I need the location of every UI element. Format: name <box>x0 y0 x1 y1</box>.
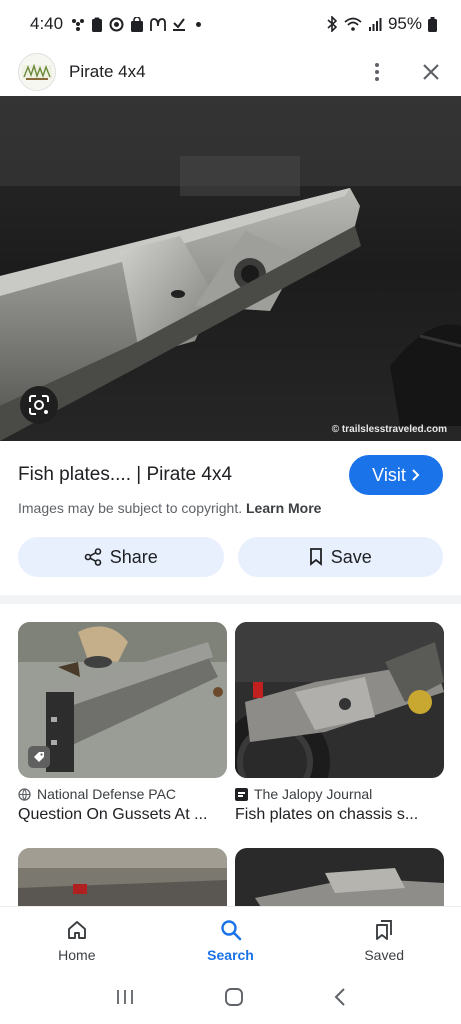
home-system-button[interactable] <box>224 987 244 1012</box>
section-divider <box>0 595 461 604</box>
bag-notification-icon <box>131 16 144 32</box>
notification-icons <box>71 16 202 32</box>
wifi-icon <box>344 17 362 31</box>
status-bar: 4:40 95% <box>0 0 461 48</box>
home-icon <box>67 921 86 939</box>
tag-icon <box>34 752 44 762</box>
related-title[interactable]: Fish plates on chassis s... <box>235 806 444 824</box>
related-source: National Defense PAC <box>18 786 227 802</box>
more-options-button[interactable] <box>365 60 389 84</box>
target-notification-icon <box>109 17 124 31</box>
action-row: Share Save <box>18 537 443 577</box>
visit-label: Visit <box>372 464 406 485</box>
chassis-photo <box>235 622 444 778</box>
copyright-notice: Images may be subject to copyright. Lear… <box>18 500 321 516</box>
more-vert-icon <box>375 63 379 67</box>
clipboard-notification-icon <box>92 17 103 32</box>
related-thumbnail[interactable] <box>235 622 444 778</box>
related-source-name: National Defense PAC <box>37 786 177 802</box>
related-thumbnail[interactable] <box>18 622 227 778</box>
bookmark-icon <box>309 548 322 566</box>
share-label: Share <box>109 546 158 567</box>
recent-apps-button[interactable] <box>115 988 135 1011</box>
nav-saved[interactable]: Saved <box>307 907 461 974</box>
bottom-navigation: Home Search Saved <box>0 906 461 974</box>
bluetooth-icon <box>327 16 338 32</box>
nav-saved-label: Saved <box>364 947 405 963</box>
share-button[interactable]: Share <box>18 537 224 577</box>
signal-icon <box>368 18 382 31</box>
site-logo[interactable] <box>18 53 56 91</box>
visit-button[interactable]: Visit <box>349 455 443 495</box>
pirate4x4-logo-icon <box>22 63 52 80</box>
nav-search[interactable]: Search <box>154 907 308 974</box>
recent-apps-icon <box>116 989 133 1004</box>
site-favicon-icon <box>235 787 248 801</box>
close-icon <box>423 64 439 80</box>
system-status-icons: 95% <box>326 14 437 34</box>
related-source: The Jalopy Journal <box>235 786 444 802</box>
home-square-icon <box>224 987 243 1006</box>
nav-home[interactable]: Home <box>0 907 154 974</box>
lens-button[interactable] <box>20 386 58 424</box>
image-credit: © trailslesstraveled.com <box>331 424 447 435</box>
learn-more-link[interactable]: Learn More <box>246 500 321 516</box>
more-notifications-dot <box>196 21 202 27</box>
save-label: Save <box>330 546 372 567</box>
nav-home-label: Home <box>58 947 96 963</box>
copyright-text: Images may be subject to copyright. <box>18 500 243 516</box>
download-done-notification-icon <box>173 18 186 31</box>
frame-rail-photo <box>0 96 461 441</box>
related-card[interactable]: National Defense PAC Question On Gussets… <box>18 622 227 824</box>
search-icon <box>220 920 241 941</box>
fan-notification-icon <box>72 19 85 31</box>
related-title[interactable]: Question On Gussets At ... <box>18 806 227 824</box>
result-title: Fish plates.... | Pirate 4x4 <box>18 464 233 485</box>
saved-collections-icon <box>376 920 393 940</box>
mcdonalds-notification-icon <box>150 17 166 31</box>
result-title-row: Fish plates.... | Pirate 4x4 Visit <box>18 454 443 496</box>
status-time: 4:40 <box>30 14 64 33</box>
nav-search-label: Search <box>207 947 254 963</box>
related-source-name: The Jalopy Journal <box>254 786 373 802</box>
save-button[interactable]: Save <box>237 537 443 577</box>
battery-icon <box>428 16 437 32</box>
globe-icon <box>18 787 31 801</box>
system-navigation-bar <box>0 974 461 1024</box>
google-lens-icon <box>29 395 49 415</box>
close-button[interactable] <box>419 60 443 84</box>
main-image[interactable]: © trailslesstraveled.com <box>0 96 461 441</box>
chevron-right-icon <box>412 469 420 481</box>
share-icon <box>84 548 102 566</box>
viewer-header: Pirate 4x4 <box>0 48 461 96</box>
back-button[interactable] <box>333 987 347 1012</box>
back-chevron-icon <box>334 987 345 1006</box>
battery-level: 95% <box>387 14 422 33</box>
related-card[interactable]: The Jalopy Journal Fish plates on chassi… <box>235 622 444 824</box>
product-tag-badge <box>28 746 50 768</box>
site-title[interactable]: Pirate 4x4 <box>69 62 146 82</box>
